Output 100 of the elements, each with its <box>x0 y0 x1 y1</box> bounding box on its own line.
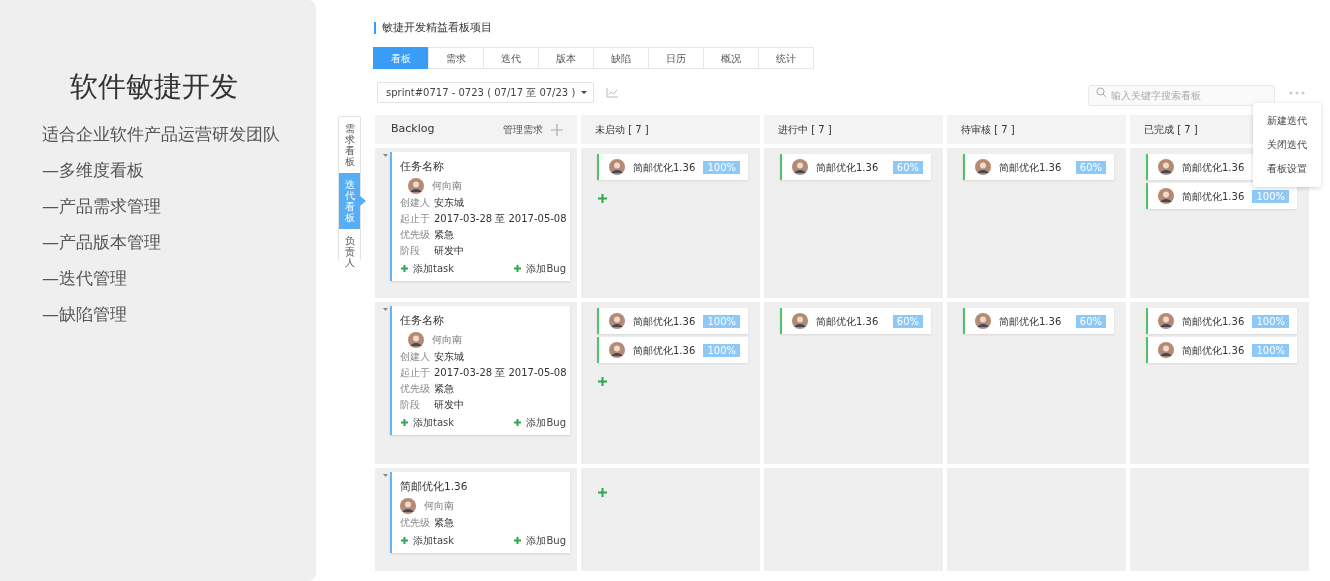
task-card[interactable]: 简邮优化1.36 60% <box>780 308 931 334</box>
assignee-name: 何向南 <box>424 499 454 514</box>
avatar <box>975 159 991 175</box>
avatar <box>408 177 424 194</box>
plus-icon[interactable] <box>513 535 523 545</box>
field-value: 紧急 <box>434 382 454 394</box>
task-title: 简邮优化1.36 <box>1182 314 1245 329</box>
field-label: 创建人 <box>400 195 431 210</box>
caret-icon[interactable] <box>383 474 388 477</box>
plus-icon[interactable] <box>400 535 409 545</box>
feature-text: —迭代管理 <box>42 267 128 290</box>
field-label: 优先级 <box>400 381 431 396</box>
plus-icon[interactable] <box>513 417 523 427</box>
task-card[interactable]: 简邮优化1.36 100% <box>597 337 748 363</box>
field-label: 阶段 <box>400 397 421 412</box>
progress-label: 60% <box>1075 314 1106 328</box>
feature-text: —缺陷管理 <box>42 303 128 326</box>
search-field[interactable]: 输入关键字搜索看板 <box>1088 84 1275 106</box>
sprint-dropdown[interactable]: sprint#0717 - 0723 ( 07/17 至 07/23 ) <box>377 81 595 103</box>
tab[interactable]: 迭代 <box>483 47 539 69</box>
assignee-name: 何向南 <box>432 333 462 348</box>
plus-icon[interactable] <box>400 417 409 427</box>
add-link[interactable]: 添加task <box>400 260 455 276</box>
manage-link[interactable]: 管理需求 <box>503 122 543 137</box>
progress-label: 60% <box>892 160 923 174</box>
task-title: 任务名称 <box>400 159 445 174</box>
tab[interactable]: 缺陷 <box>593 47 649 69</box>
plus-icon[interactable] <box>513 263 523 273</box>
task-title: 简邮优化1.36 <box>816 160 879 175</box>
field-value: 紧急 <box>434 516 454 528</box>
caret-icon[interactable] <box>383 308 388 311</box>
field-value: 安东城 <box>434 196 464 208</box>
field-value: 2017-03-28 至 2017-05-08 <box>434 366 567 378</box>
caret-icon[interactable] <box>383 154 388 157</box>
add-link[interactable]: 添加task <box>400 532 455 548</box>
progress-label: 100% <box>1252 189 1289 203</box>
field-value: 紧急 <box>434 228 454 240</box>
avatar <box>408 331 424 348</box>
task-card[interactable]: 简邮优化1.36 100% <box>1146 308 1297 334</box>
plus-icon[interactable] <box>551 123 563 136</box>
column-title: Backlog <box>391 121 435 138</box>
avatar <box>975 313 991 329</box>
avatar <box>609 342 625 358</box>
progress-label: 100% <box>1252 343 1289 357</box>
task-title: 简邮优化1.36 <box>999 314 1062 329</box>
plus-icon[interactable] <box>597 376 608 387</box>
task-card[interactable]: 简邮优化1.36 100% <box>1146 337 1297 363</box>
task-title: 简邮优化1.36 <box>400 479 469 494</box>
plus-icon[interactable] <box>400 263 409 273</box>
tab[interactable]: 日历 <box>648 47 704 69</box>
add-link[interactable]: 添加Bug <box>513 532 566 548</box>
add-link[interactable]: 添加Bug <box>513 414 566 430</box>
task-title: 简邮优化1.36 <box>1182 189 1245 204</box>
feature-text: —产品版本管理 <box>42 231 162 254</box>
tab[interactable]: 概况 <box>703 47 759 69</box>
task-title: 任务名称 <box>400 313 445 328</box>
task-card[interactable]: 简邮优化1.36 100% <box>597 308 748 334</box>
tab[interactable]: 统计 <box>758 47 814 69</box>
field-value: 2017-03-28 至 2017-05-08 <box>434 212 567 224</box>
progress-label: 100% <box>1252 314 1289 328</box>
field-label: 阶段 <box>400 243 421 258</box>
progress-label: 60% <box>1075 160 1106 174</box>
project-title: 敏捷开发精益看板项目 <box>374 22 492 34</box>
column-header: 未启动 [ 7 ] <box>581 115 760 144</box>
tab[interactable]: 需求 <box>428 47 484 69</box>
plus-icon[interactable] <box>597 487 608 498</box>
task-card[interactable]: 简邮优化1.36 60% <box>963 308 1114 334</box>
field-value: 研发中 <box>434 398 464 410</box>
field-value: 安东城 <box>434 350 464 362</box>
task-card[interactable]: 任务名称 何向南 创建人 安东城 起止于 2017-03-28 至 2017-05-08 优先级 紧急 阶段 研发中 添加task 添加Bug <box>390 306 570 435</box>
feature-text: —多维度看板 <box>42 159 145 182</box>
plus-icon[interactable] <box>597 193 608 204</box>
task-title: 简邮优化1.36 <box>999 160 1062 175</box>
task-card[interactable]: 简邮优化1.36 100% <box>597 154 748 180</box>
avatar <box>1158 342 1174 358</box>
progress-label: 100% <box>703 314 740 328</box>
avatar <box>792 159 808 175</box>
field-label: 创建人 <box>400 349 431 364</box>
task-title: 简邮优化1.36 <box>1182 160 1245 175</box>
task-card[interactable]: 简邮优化1.36 100% <box>1146 183 1297 209</box>
assignee-name: 何向南 <box>432 179 462 194</box>
progress-label: 100% <box>703 343 740 357</box>
progress-label: 100% <box>703 160 740 174</box>
add-link[interactable]: 添加task <box>400 414 455 430</box>
tab[interactable]: 版本 <box>538 47 594 69</box>
pointer-icon <box>360 196 366 206</box>
task-title: 简邮优化1.36 <box>816 314 879 329</box>
task-card[interactable]: 任务名称 何向南 创建人 安东城 起止于 2017-03-28 至 2017-05-08 优先级 紧急 阶段 研发中 添加task 添加Bug <box>390 152 570 281</box>
field-label: 起止于 <box>400 211 431 226</box>
avatar <box>609 159 625 175</box>
intro-title: 软件敏捷开发 <box>69 69 239 105</box>
task-card[interactable]: 简邮优化1.36 60% <box>963 154 1114 180</box>
avatar <box>1158 159 1174 175</box>
chart-icon[interactable] <box>606 86 620 98</box>
column-header: 进行中 [ 7 ] <box>764 115 943 144</box>
task-card[interactable]: 简邮优化1.36 60% <box>780 154 931 180</box>
task-title: 简邮优化1.36 <box>1182 343 1245 358</box>
avatar <box>1158 188 1174 204</box>
task-card[interactable]: 简邮优化1.36 何向南 优先级 紧急 添加task 添加Bug <box>390 472 570 553</box>
add-link[interactable]: 添加Bug <box>513 260 566 276</box>
